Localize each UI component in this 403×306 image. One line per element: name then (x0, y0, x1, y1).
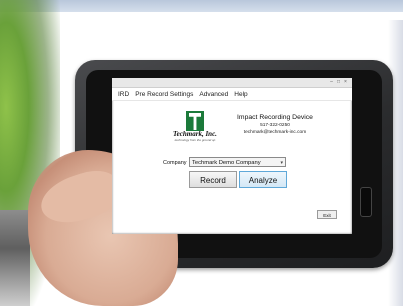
analyze-button[interactable]: Analyze (239, 171, 287, 188)
logo-tagline: technology from the ground up (174, 138, 216, 142)
device-phone: 517-322-0250 (260, 123, 290, 128)
menubar: IRD Pre Record Settings Advanced Help (112, 88, 352, 101)
window-titlebar: – □ × (112, 78, 352, 88)
tablet-side-port (360, 187, 372, 217)
techmark-logo: Techmark, Inc. technology from the groun… (167, 111, 223, 142)
company-select-value: Techmark Demo Company (192, 160, 261, 166)
menu-item-pre-record-settings[interactable]: Pre Record Settings (135, 91, 193, 98)
background-stone (0, 210, 30, 306)
menu-item-help[interactable]: Help (234, 91, 247, 98)
exit-button[interactable]: Exit (317, 210, 337, 219)
minimize-icon[interactable]: – (328, 80, 335, 85)
device-title: Impact Recording Device (237, 114, 313, 121)
logo-name: Techmark, Inc. (173, 130, 217, 138)
main-content: Techmark, Inc. technology from the groun… (112, 101, 352, 234)
tablet-screen: – □ × IRD Pre Record Settings Advanced H… (112, 78, 352, 234)
company-label: Company (163, 160, 187, 166)
record-button[interactable]: Record (189, 171, 237, 188)
menu-item-advanced[interactable]: Advanced (199, 91, 228, 98)
close-icon[interactable]: × (342, 80, 349, 85)
chevron-down-icon: ▾ (280, 160, 283, 166)
company-select[interactable]: Techmark Demo Company ▾ (189, 157, 286, 167)
device-email: techmark@techmark-inc.com (243, 130, 307, 135)
background-top-band (0, 0, 403, 12)
maximize-icon[interactable]: □ (335, 80, 342, 85)
menu-item-ird[interactable]: IRD (118, 91, 129, 98)
